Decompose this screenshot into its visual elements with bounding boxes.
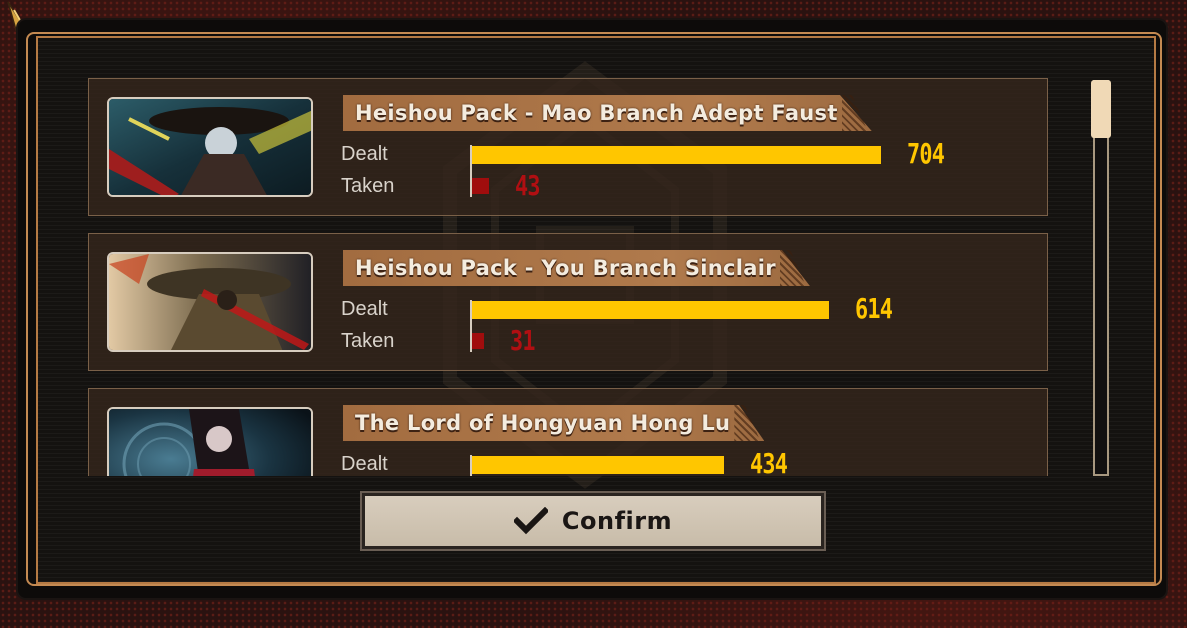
- portrait-hong-lu-icon: [109, 409, 311, 476]
- portrait-faust-image: [107, 97, 313, 197]
- name-tag-hatch: [779, 250, 806, 286]
- taken-value: 43: [515, 169, 541, 202]
- character-name: Heishou Pack - You Branch Sinclair: [343, 250, 810, 286]
- character-name-tag: The Lord of Hongyuan Hong Lu: [343, 405, 765, 441]
- dealt-value: 614: [855, 292, 893, 325]
- list-item: Heishou Pack - You Branch Sinclair Dealt…: [88, 233, 1048, 371]
- list-item: The Lord of Hongyuan Hong Lu Dealt 434: [88, 388, 1048, 476]
- dealt-label: Dealt: [341, 143, 388, 165]
- damage-stats-list[interactable]: Heishou Pack - Mao Branch Adept Faust De…: [88, 78, 1050, 476]
- taken-label: Taken: [341, 330, 395, 352]
- character-name-tag: Heishou Pack - You Branch Sinclair: [343, 250, 810, 286]
- dealt-bar: [472, 456, 724, 474]
- scrollbar-thumb[interactable]: [1091, 80, 1111, 138]
- taken-label: Taken: [341, 175, 395, 197]
- taken-value: 31: [510, 324, 536, 357]
- portrait-sinclair-icon: [109, 254, 311, 350]
- character-name: The Lord of Hongyuan Hong Lu: [343, 405, 765, 441]
- portrait-hong-lu-image: [107, 407, 313, 476]
- portrait-sinclair-image: [107, 252, 313, 352]
- taken-bar: [472, 178, 489, 194]
- name-tag-hatch: [734, 405, 761, 441]
- portrait-faust-icon: [109, 99, 311, 195]
- character-name-tag: Heishou Pack - Mao Branch Adept Faust: [343, 95, 872, 131]
- confirm-label: Confirm: [561, 507, 673, 535]
- taken-bar: [472, 333, 484, 349]
- dealt-value: 704: [907, 137, 945, 170]
- dealt-label: Dealt: [341, 298, 388, 320]
- character-name: Heishou Pack - Mao Branch Adept Faust: [343, 95, 872, 131]
- confirm-button[interactable]: Confirm: [360, 491, 826, 551]
- checkmark-icon: [513, 507, 548, 535]
- dealt-bar: [472, 146, 881, 164]
- dealt-value: 434: [750, 447, 788, 476]
- dealt-bar: [472, 301, 829, 319]
- dealt-label: Dealt: [341, 453, 388, 475]
- name-tag-hatch: [841, 95, 868, 131]
- scrollbar-track[interactable]: [1093, 80, 1109, 476]
- list-item: Heishou Pack - Mao Branch Adept Faust De…: [88, 78, 1048, 216]
